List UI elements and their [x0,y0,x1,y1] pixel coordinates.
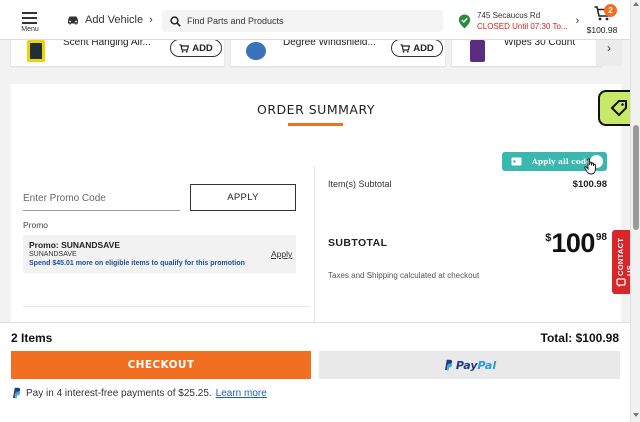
promo-code-input[interactable] [23,183,180,211]
car-icon [68,16,78,25]
paypal-button[interactable]: Pay Pal [319,351,620,379]
product-name: Scent Hanging Air... [63,40,151,48]
menu-label: Menu [21,26,39,33]
tax-note: Taxes and Shipping calculated at checkou… [328,271,480,280]
recommended-products-strip: Scent Hanging Air... ADD Degree Windshie… [0,40,630,68]
search-icon [170,15,181,27]
divider [314,166,315,334]
top-header: Menu Add Vehicle › 745 Secaucus Rd CLOSE… [0,0,630,40]
promo-card: Promo: SUNANDSAVE SUNANDSAVE Spend $45.0… [23,235,296,273]
store-address: 745 Secaucus Rd [477,11,541,20]
store-status: CLOSED Until 07:30 To... [477,22,568,31]
hand-cursor-icon [584,158,596,175]
cart-icon [179,43,190,53]
add-to-cart-button[interactable]: ADD [170,40,222,57]
subtotal-price: $ 100 98 [545,228,607,258]
contact-us-tab[interactable]: CONTACT US [612,230,634,294]
promo-code: SUNANDSAVE [29,251,77,258]
carousel-next-button[interactable]: › [596,40,622,66]
add-vehicle-label: Add Vehicle [85,14,144,26]
chevron-right-icon: › [149,14,153,26]
add-to-cart-button[interactable]: ADD [391,40,443,57]
chat-icon [616,278,626,288]
scroll-up-arrow-icon[interactable] [633,2,639,6]
product-name: Degree Windshield... [283,40,376,48]
chevron-right-icon: › [575,15,580,27]
page-title: ORDER SUMMARY [257,102,375,117]
search-bar[interactable] [162,10,443,32]
cart-count-badge: 2 [604,4,617,17]
scroll-down-arrow-icon[interactable] [633,413,639,417]
apply-promo-button[interactable]: APPLY [190,184,296,211]
promo-section-label: Promo [23,220,49,230]
coupon-icon [511,157,522,166]
product-image [27,40,45,62]
product-card[interactable]: Wipes 30 Count [452,40,602,66]
cart-button[interactable]: 2 $100.98 [586,4,618,35]
page-scrollbar[interactable] [630,0,640,422]
product-card[interactable]: Scent Hanging Air... ADD [11,40,224,66]
items-subtotal-value: $100.98 [572,179,607,190]
items-count: 2 Items [11,331,53,345]
menu-button[interactable]: Menu [18,12,40,33]
cart-total: $100.98 [586,25,618,35]
pay-in-4-text: Pay in 4 interest-free payments of $25.2… [26,387,212,399]
paypal-logo-icon [444,359,453,371]
paypal-logo-icon [13,387,21,399]
checkout-button[interactable]: CHECKOUT [11,351,311,379]
hamburger-icon [22,12,37,24]
product-image [470,40,485,62]
location-check-icon [458,14,471,28]
promo-requirement: Spend $45.01 more on eligible items to q… [29,260,245,267]
promo-apply-link[interactable]: Apply [271,249,292,259]
add-vehicle-button[interactable]: Add Vehicle › [66,14,153,26]
store-selector[interactable]: 745 Secaucus Rd CLOSED Until 07:30 To...… [458,10,579,32]
tag-icon [610,100,627,117]
learn-more-link[interactable]: Learn more [216,388,267,399]
order-summary-card: ORDER SUMMARY APPLY Promo Promo: SUNANDS… [11,84,621,334]
cart-icon [400,43,411,53]
product-image [246,42,266,60]
promo-title: Promo: SUNANDSAVE [29,240,120,250]
order-total: Total: $100.98 [540,331,619,345]
title-underline [288,123,343,126]
product-card[interactable]: Degree Windshield... ADD [231,40,445,66]
search-input[interactable] [187,16,427,26]
chevron-right-icon: › [607,41,611,55]
items-subtotal-label: Item(s) Subtotal [328,179,392,189]
subtotal-label: SUBTOTAL [328,237,388,249]
checkout-bar: 2 Items Total: $100.98 CHECKOUT Pay Pal P… [0,322,630,422]
product-name: Wipes 30 Count [504,40,576,48]
scrollbar-thumb[interactable] [633,125,639,230]
divider [23,306,310,307]
pay-in-4-message: Pay in 4 interest-free payments of $25.2… [11,387,267,399]
